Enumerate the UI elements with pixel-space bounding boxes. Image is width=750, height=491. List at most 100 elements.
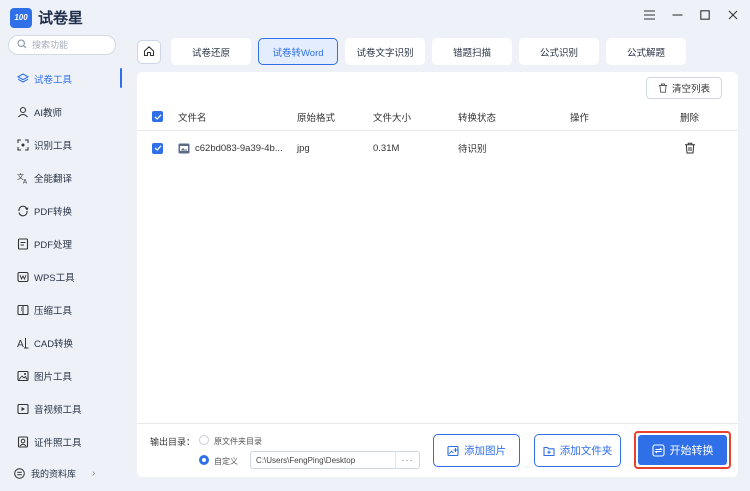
sidebar-item-label: AI教师: [34, 107, 62, 119]
sidebar-item-label: CAD转换: [34, 338, 74, 350]
sidebar: 100 试卷星 试卷工具 AI教师 识别工具 文A 全能翻译 PDF转换: [0, 0, 124, 491]
sidebar-item-compress[interactable]: 压缩工具: [0, 293, 124, 326]
header-ops: 操作: [570, 112, 590, 124]
id-photo-icon: [17, 435, 29, 448]
home-button[interactable]: [137, 40, 161, 64]
sidebar-item-label: 试卷工具: [34, 74, 73, 86]
chevron-right-icon: ›: [92, 467, 96, 479]
pdf-icon: [17, 237, 29, 250]
svg-text:A: A: [23, 178, 28, 184]
add-image-icon: [447, 445, 464, 457]
sidebar-item-translate[interactable]: 文A 全能翻译: [0, 161, 124, 194]
sidebar-item-cad[interactable]: A CAD转换: [0, 326, 124, 359]
table-row[interactable]: c62bd083-9a39-4b... jpg 0.31M 待识别: [137, 133, 738, 163]
file-name: c62bd083-9a39-4b...: [195, 142, 283, 154]
convert-icon: [17, 205, 29, 217]
tab-mistake-scan[interactable]: 错题扫描: [432, 38, 512, 65]
home-icon: [143, 45, 155, 60]
sidebar-item-label: 音视频工具: [34, 404, 82, 416]
file-format: jpg: [297, 142, 310, 154]
header-status: 转换状态: [458, 112, 497, 124]
svg-text:A: A: [17, 339, 24, 349]
wps-icon: [17, 271, 29, 283]
tab-exam-text-ocr[interactable]: 试卷文字识别: [345, 38, 425, 65]
radio-source-folder[interactable]: [199, 435, 209, 445]
table-header: 文件名 原始格式 文件大小 转换状态 操作 删除: [137, 103, 738, 131]
sidebar-item-label: 证件照工具: [34, 437, 82, 449]
row-checkbox[interactable]: [152, 133, 163, 163]
header-format: 原始格式: [297, 112, 336, 124]
sidebar-item-label: 压缩工具: [34, 305, 73, 317]
sidebar-item-pdf-convert[interactable]: PDF转换: [0, 194, 124, 227]
clear-list-button[interactable]: 清空列表: [646, 77, 722, 99]
app-logo: 100 试卷星: [10, 7, 83, 28]
sidebar-item-label: 图片工具: [34, 371, 73, 383]
sidebar-item-exam-tools[interactable]: 试卷工具: [0, 62, 124, 95]
compress-icon: [17, 304, 29, 316]
add-folder-icon: [543, 445, 560, 457]
file-image-icon: [178, 133, 190, 163]
convert-icon: [651, 443, 670, 457]
output-dir-label: 输出目录：: [150, 437, 196, 447]
minimize-icon[interactable]: [670, 8, 684, 22]
menu-icon[interactable]: [642, 8, 656, 22]
start-convert-highlight: 开始转换: [634, 431, 731, 469]
tab-bar: 试卷还原 试卷转Word 试卷文字识别 错题扫描 公式识别 公式解题: [171, 38, 686, 65]
tab-exam-restore[interactable]: 试卷还原: [171, 38, 251, 65]
search-icon: [17, 38, 27, 52]
media-icon: [17, 403, 29, 415]
source-folder-label: 原文件夹目录: [214, 437, 262, 446]
translate-icon: 文A: [17, 172, 29, 184]
cad-icon: A: [17, 337, 29, 349]
header-size: 文件大小: [373, 112, 412, 124]
search-box[interactable]: [8, 35, 116, 55]
sidebar-item-ai-teacher[interactable]: AI教师: [0, 95, 124, 128]
my-library-link[interactable]: 我的资料库 ›: [0, 461, 124, 485]
start-convert-label: 开始转换: [669, 445, 714, 457]
sidebar-item-label: 识别工具: [34, 140, 73, 152]
trash-icon: [658, 83, 672, 93]
sidebar-item-recognition[interactable]: 识别工具: [0, 128, 124, 161]
header-filename: 文件名: [178, 112, 207, 124]
sidebar-item-label: 全能翻译: [34, 173, 73, 185]
browse-button[interactable]: ···: [395, 452, 419, 468]
radio-custom[interactable]: [199, 455, 209, 465]
file-list-panel: 清空列表 文件名 原始格式 文件大小 转换状态 操作 删除 c62bd083-9…: [137, 72, 738, 477]
close-icon[interactable]: [726, 8, 740, 22]
tab-exam-to-word[interactable]: 试卷转Word: [258, 38, 338, 65]
sidebar-item-label: WPS工具: [34, 272, 75, 284]
app-name: 试卷星: [38, 10, 84, 27]
select-all-checkbox[interactable]: [152, 103, 163, 130]
sidebar-item-id-photo[interactable]: 证件照工具: [0, 425, 124, 458]
custom-label: 自定义: [214, 457, 238, 466]
layers-icon: [17, 72, 29, 85]
file-status: 待识别: [458, 144, 487, 155]
maximize-icon[interactable]: [698, 8, 712, 22]
add-folder-label: 添加文件夹: [559, 445, 613, 457]
output-path-value: C:\Users\FengPing\Desktop: [256, 455, 356, 465]
add-folder-button[interactable]: 添加文件夹: [534, 434, 621, 467]
image-icon: [17, 370, 29, 382]
scan-icon: [17, 138, 29, 151]
tab-formula-solve[interactable]: 公式解题: [606, 38, 686, 65]
header-delete: 删除: [680, 112, 700, 124]
library-label: 我的资料库: [31, 468, 77, 479]
tab-formula-ocr[interactable]: 公式识别: [519, 38, 599, 65]
sidebar-item-pdf-process[interactable]: PDF处理: [0, 227, 124, 260]
output-path-field[interactable]: C:\Users\FengPing\Desktop ···: [250, 451, 420, 469]
delete-icon[interactable]: [684, 133, 696, 163]
teacher-icon: [17, 106, 29, 118]
sidebar-item-image[interactable]: 图片工具: [0, 359, 124, 392]
sidebar-item-media[interactable]: 音视频工具: [0, 392, 124, 425]
add-image-label: 添加图片: [464, 445, 506, 457]
start-convert-button[interactable]: 开始转换: [638, 435, 727, 465]
file-size: 0.31M: [373, 142, 400, 154]
window-controls: [642, 8, 740, 22]
sidebar-item-wps[interactable]: WPS工具: [0, 260, 124, 293]
add-image-button[interactable]: 添加图片: [433, 434, 520, 467]
logo-badge: 100: [10, 7, 32, 28]
sidebar-item-label: PDF转换: [34, 206, 73, 218]
sidebar-nav: 试卷工具 AI教师 识别工具 文A 全能翻译 PDF转换 PDF处理 WPS工具: [0, 62, 124, 458]
sidebar-item-label: PDF处理: [34, 239, 73, 251]
search-input[interactable]: [32, 40, 104, 50]
